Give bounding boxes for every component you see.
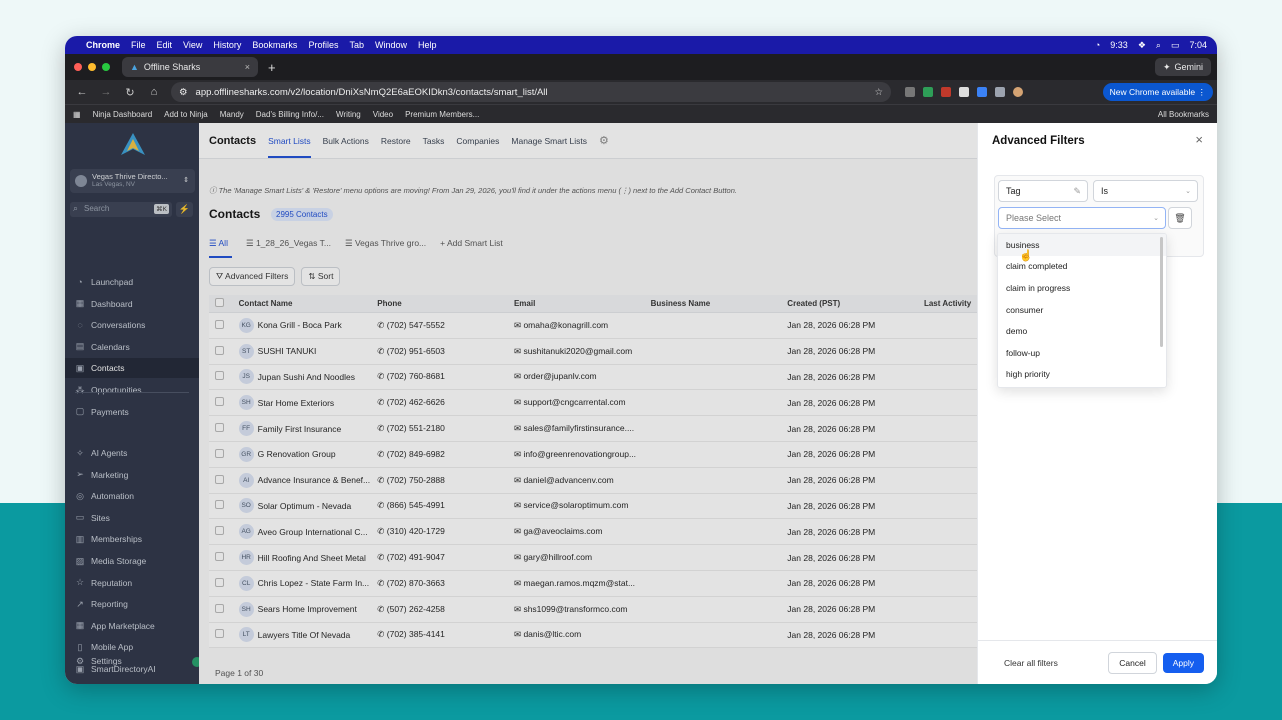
bookmark-folder[interactable]: Dad's Billing Info/... [256,110,324,119]
gemini-button[interactable]: ✦ Gemini [1154,58,1211,76]
close-icon[interactable]: × [1195,132,1203,147]
home-icon[interactable]: ⌂ [147,86,161,98]
menu-profiles[interactable]: Profiles [308,40,338,50]
dropbox-icon[interactable]: ❖ [1138,40,1146,51]
apply-button[interactable]: Apply [1162,652,1204,673]
menu-history[interactable]: History [213,40,241,50]
zoom-window-button[interactable] [102,63,110,71]
menu-tab[interactable]: Tab [349,40,364,50]
all-bookmarks[interactable]: All Bookmarks [1158,110,1209,119]
gemini-label: Gemini [1174,62,1203,72]
tab-close-icon[interactable]: × [245,62,250,72]
extension-icon[interactable] [923,87,933,97]
panel-footer: Clear all filters Cancel Apply [978,640,1217,684]
bookmark-star-icon[interactable]: ☆ [874,87,883,98]
reload-icon[interactable]: ↻ [123,86,137,99]
bookmark-item[interactable]: Ninja Dashboard [93,110,153,119]
value-select[interactable]: Please Select ⌄ [998,207,1166,229]
clock-small: 9:33 [1110,40,1128,50]
field-select-value: Tag [1006,186,1021,196]
menu-chrome[interactable]: Chrome [86,40,120,50]
browser-tab[interactable]: ▲ Offline Sharks × [122,57,258,77]
bookmark-folder[interactable]: Video [373,110,393,119]
bookmarks-bar: ▦ Ninja Dashboard Add to Ninja Mandy Dad… [65,104,1217,123]
close-window-button[interactable] [74,63,82,71]
chevron-down-icon: ⌄ [1153,215,1159,222]
menu-edit[interactable]: Edit [157,40,173,50]
extension-icon[interactable] [977,87,987,97]
gemini-icon: ✦ [1162,61,1171,72]
tab-title: Offline Sharks [143,62,201,72]
bookmark-item[interactable]: Premium Members... [405,110,479,119]
clear-all-filters-button[interactable]: Clear all filters [1004,658,1058,668]
dropdown-scrollbar[interactable] [1160,237,1163,347]
dropdown-option[interactable]: demo [998,320,1166,342]
mouse-cursor-icon: ☝ [1019,250,1033,262]
macos-menubar: Chrome File Edit View History Bookmarks … [65,36,1217,54]
extensions [905,87,1023,97]
extension-icon[interactable] [941,87,951,97]
extension-icon[interactable] [995,87,1005,97]
field-select[interactable]: Tag ✎ [998,180,1088,202]
menu-file[interactable]: File [131,40,146,50]
menubar-time[interactable]: 7:04 [1189,40,1207,50]
status-icons: ◔ 9:33 ❖ ⌕ ▭ 7:04 [1085,40,1207,51]
dropdown-option[interactable]: claim in progress [998,277,1166,299]
profile-avatar[interactable] [1013,87,1023,97]
new-tab-button[interactable]: + [268,60,276,75]
favicon-icon: ▲ [130,62,139,72]
toolbar: ← → ↻ ⌂ ⚙ app.offlinesharks.com/v2/locat… [65,80,1217,104]
modal-overlay[interactable] [65,123,977,684]
menu-view[interactable]: View [183,40,202,50]
site-info-icon[interactable]: ⚙ [179,87,188,98]
back-icon[interactable]: ← [75,86,89,98]
bookmark-folder[interactable]: Writing [336,110,361,119]
menu-bookmarks[interactable]: Bookmarks [252,40,297,50]
address-bar[interactable]: ⚙ app.offlinesharks.com/v2/location/DniX… [171,82,891,102]
apps-icon[interactable]: ▦ [73,110,81,119]
extension-icon[interactable] [905,87,915,97]
minimize-window-button[interactable] [88,63,96,71]
new-chrome-available-button[interactable]: New Chrome available ⋮ [1102,83,1213,101]
menu-help[interactable]: Help [418,40,437,50]
wifi-icon[interactable]: ◔ [1095,40,1100,50]
bookmark-item[interactable]: Add to Ninja [164,110,208,119]
chevron-down-icon: ⌄ [1185,188,1191,195]
dropdown-option[interactable]: follow-up [998,342,1166,364]
dropdown-option[interactable]: high priority [998,364,1166,386]
forward-icon[interactable]: → [99,86,113,98]
url-text: app.offlinesharks.com/v2/location/DniXsN… [195,86,548,98]
advanced-filters-panel: Advanced Filters × Tag ✎ Is ⌄ Please Sel… [977,123,1217,684]
dropdown-option[interactable]: consumer [998,299,1166,321]
window-controls [74,63,110,71]
tab-strip: ▲ Offline Sharks × + ✦ Gemini [65,54,1217,80]
battery-icon[interactable]: ▭ [1171,40,1180,51]
cancel-button[interactable]: Cancel [1108,651,1157,674]
delete-filter-icon[interactable]: 🗑 [1168,207,1192,229]
new-chrome-label: New Chrome available [1109,87,1196,97]
bookmark-folder[interactable]: Mandy [220,110,244,119]
edit-icon: ✎ [1073,185,1081,196]
value-placeholder: Please Select [1006,213,1062,223]
operator-select-value: Is [1101,186,1109,196]
menu-window[interactable]: Window [375,40,407,50]
browser-window: Chrome File Edit View History Bookmarks … [65,36,1217,684]
operator-select[interactable]: Is ⌄ [1093,180,1198,202]
panel-title: Advanced Filters [992,135,1085,147]
extension-icon[interactable] [959,87,969,97]
search-icon[interactable]: ⌕ [1156,40,1161,51]
